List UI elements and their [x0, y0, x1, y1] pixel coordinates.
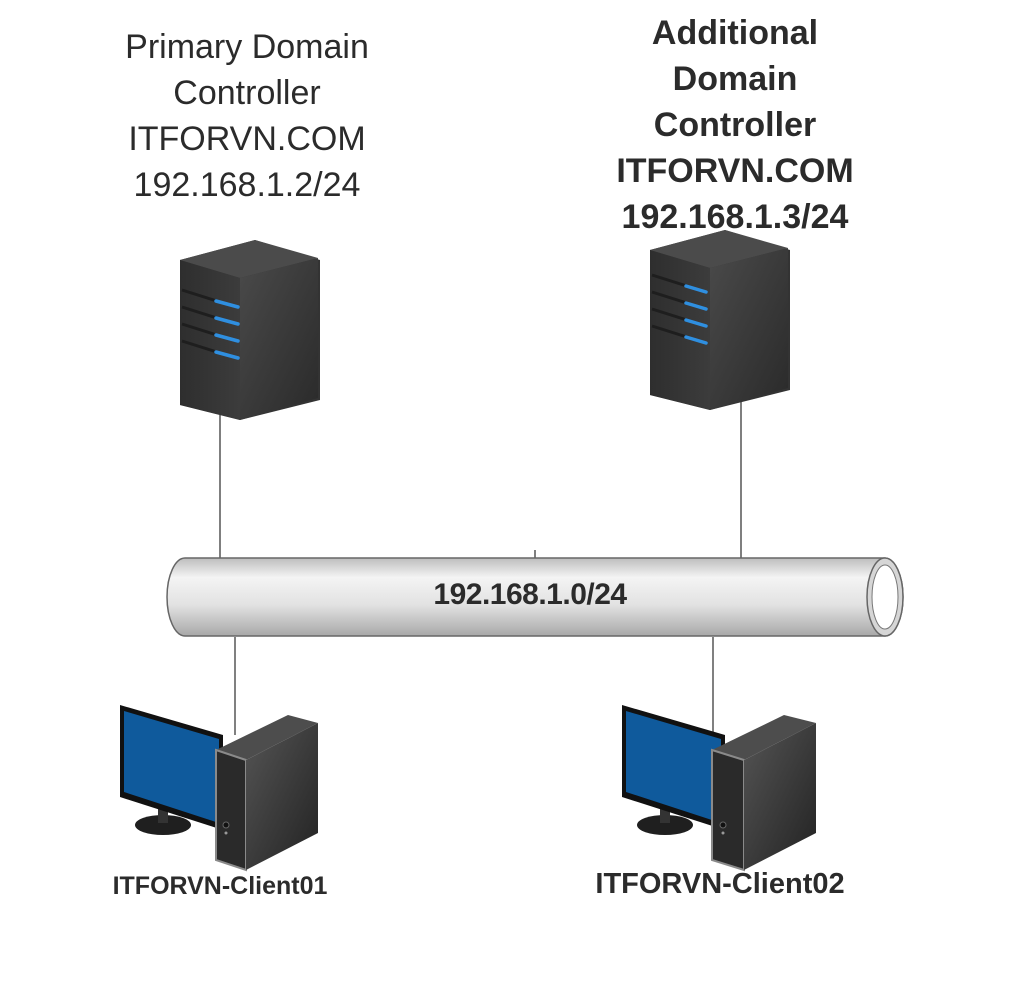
- primary-dc-ip: 192.168.1.2/24: [133, 166, 361, 204]
- desktop-computer-icon: [622, 705, 816, 872]
- server-tower-icon: [180, 240, 320, 420]
- primary-dc-line: ITFORVN.COM: [128, 120, 366, 158]
- additional-dc-line: Additional: [651, 14, 819, 52]
- client02-label: ITFORVN-Client02: [595, 868, 845, 900]
- additional-dc-line: Controller: [653, 106, 817, 144]
- primary-dc-line: Primary Domain: [125, 28, 369, 66]
- additional-dc-line: ITFORVN.COM: [616, 152, 854, 190]
- additional-dc-line: Domain: [672, 60, 798, 98]
- client01-label: ITFORVN-Client01: [112, 872, 328, 900]
- server-tower-icon: [650, 230, 790, 410]
- network-subnet-label: 192.168.1.0/24: [433, 578, 627, 611]
- desktop-computer-icon: [120, 705, 318, 872]
- primary-dc-line: Controller: [173, 74, 321, 112]
- additional-dc-ip: 192.168.1.3/24: [621, 198, 849, 236]
- additional-dc-label: Additional Domain Controller ITFORVN.COM…: [580, 10, 890, 240]
- primary-dc-label: Primary Domain Controller ITFORVN.COM 19…: [92, 24, 402, 208]
